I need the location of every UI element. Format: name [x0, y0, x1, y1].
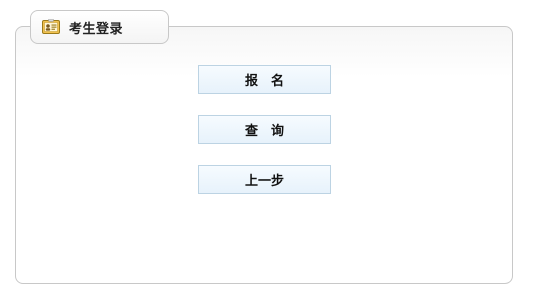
query-button[interactable]: 查 询	[198, 115, 331, 144]
page: 考生登录 报 名 查 询 上一步	[0, 0, 534, 303]
panel-title: 考生登录	[69, 21, 124, 37]
register-button[interactable]: 报 名	[198, 65, 331, 94]
panel-header-tab: 考生登录	[30, 10, 169, 44]
id-card-icon	[42, 19, 60, 35]
back-button[interactable]: 上一步	[198, 165, 331, 194]
